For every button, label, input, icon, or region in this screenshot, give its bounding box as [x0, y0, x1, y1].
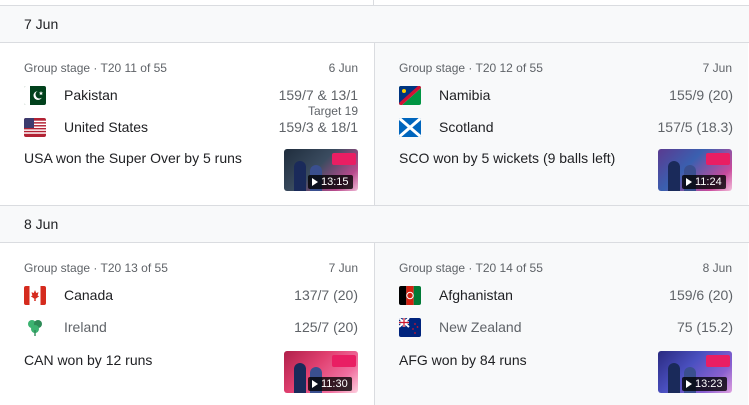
match-result: USA won the Super Over by 5 runs [24, 150, 242, 166]
team-name: Pakistan [64, 87, 118, 103]
match-result: AFG won by 84 runs [399, 352, 527, 368]
match-card-afghanistan-new-zealand[interactable]: Group stage · T20 14 of 55 8 Jun Afghani… [374, 243, 748, 405]
highlights-video-thumbnail[interactable]: 11:30 [284, 351, 358, 393]
scotland-flag-icon [399, 118, 421, 137]
team-row-scotland: Scotland 157/5 (18.3) [399, 117, 733, 139]
team-name: Scotland [439, 119, 494, 135]
team-row-ireland: Ireland 125/7 (20) [24, 317, 358, 339]
match-date: 8 Jun [702, 261, 732, 275]
ireland-cricket-icon [24, 318, 46, 337]
highlights-video-thumbnail[interactable]: 13:23 [658, 351, 732, 393]
date-header: 8 Jun [0, 205, 749, 243]
match-stage: Group stage · T20 12 of 55 [399, 61, 543, 75]
match-date: 6 Jun [328, 61, 358, 75]
match-card-namibia-scotland[interactable]: Group stage · T20 12 of 55 7 Jun Namibia… [374, 43, 748, 205]
team-name: Afghanistan [439, 287, 513, 303]
team-score: 125/7 (20) [294, 319, 358, 335]
team-score: 137/7 (20) [294, 287, 358, 303]
team-score: 159/7 & 13/1 [278, 87, 358, 103]
player-figure [668, 363, 680, 393]
play-icon [312, 380, 318, 388]
date-header: 7 Jun [0, 5, 749, 43]
pakistan-flag-icon [24, 86, 46, 105]
match-stage: Group stage · T20 14 of 55 [399, 261, 543, 275]
highlights-badge [706, 153, 730, 165]
match-card-pakistan-usa[interactable]: Group stage · T20 11 of 55 6 Jun Pakista… [0, 43, 374, 205]
video-duration: 11:24 [682, 175, 726, 189]
team-row-new-zealand: New Zealand 75 (15.2) [399, 317, 733, 339]
video-duration: 13:15 [308, 175, 353, 189]
team-score: 157/5 (18.3) [657, 119, 734, 135]
afghanistan-flag-icon [399, 286, 421, 305]
play-icon [686, 380, 692, 388]
video-duration: 11:30 [308, 377, 352, 391]
video-duration-text: 13:15 [321, 176, 349, 188]
match-result: SCO won by 5 wickets (9 balls left) [399, 150, 616, 166]
team-name: United States [64, 119, 149, 135]
player-figure [668, 161, 680, 191]
canada-flag-icon [24, 286, 46, 305]
team-name: Namibia [439, 87, 491, 103]
date-header-label: 7 Jun [24, 16, 59, 32]
highlights-video-thumbnail[interactable]: 13:15 [284, 149, 358, 191]
usa-flag-icon [24, 118, 46, 137]
team-row-canada: Canada 137/7 (20) [24, 285, 358, 307]
match-stage: Group stage · T20 11 of 55 [24, 61, 167, 75]
team-name: Canada [64, 287, 114, 303]
video-duration-text: 13:23 [695, 378, 723, 390]
team-row-united-states: United States 159/3 & 18/1 [24, 117, 358, 139]
match-date: 7 Jun [702, 61, 732, 75]
highlights-badge [706, 355, 730, 367]
date-header-label: 8 Jun [24, 216, 59, 232]
play-icon [686, 178, 692, 186]
namibia-flag-icon [399, 86, 421, 105]
video-duration: 13:23 [682, 377, 727, 391]
team-score: 155/9 (20) [669, 87, 733, 103]
new-zealand-flag-icon [399, 318, 421, 337]
team-name: New Zealand [439, 319, 522, 335]
match-result: CAN won by 12 runs [24, 352, 153, 368]
video-duration-text: 11:30 [321, 378, 348, 390]
match-date: 7 Jun [328, 261, 358, 275]
highlights-badge [332, 355, 356, 367]
highlights-badge [332, 153, 356, 165]
play-icon [312, 178, 318, 186]
team-row-afghanistan: Afghanistan 159/6 (20) [399, 285, 733, 307]
team-row-namibia: Namibia 155/9 (20) [399, 85, 733, 107]
video-duration-text: 11:24 [695, 176, 722, 188]
match-card-canada-ireland[interactable]: Group stage · T20 13 of 55 7 Jun Canada … [0, 243, 374, 405]
player-figure [294, 363, 306, 393]
team-score: 75 (15.2) [676, 319, 733, 335]
target-label: Target 19 [307, 104, 358, 118]
team-name: Ireland [64, 319, 107, 335]
player-figure [294, 161, 306, 191]
highlights-video-thumbnail[interactable]: 11:24 [658, 149, 732, 191]
team-score: 159/6 (20) [669, 287, 733, 303]
team-score: 159/3 & 18/1 [278, 119, 358, 135]
match-stage: Group stage · T20 13 of 55 [24, 261, 168, 275]
